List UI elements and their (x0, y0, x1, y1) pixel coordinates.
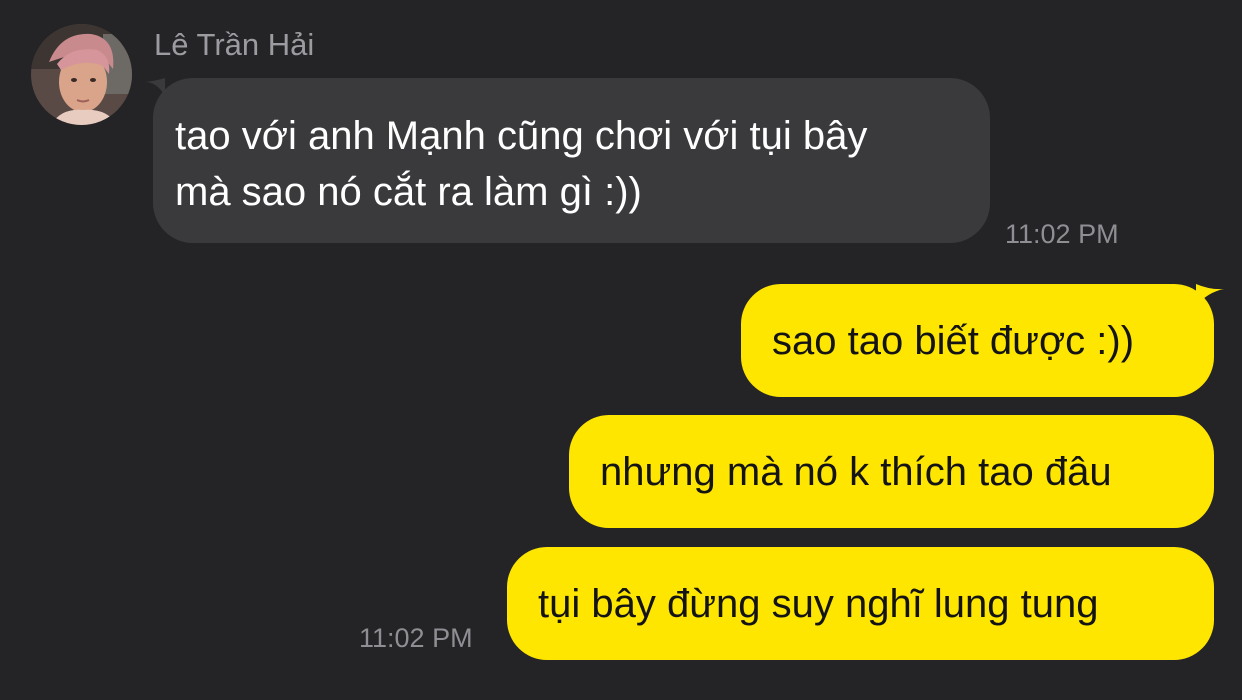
sender-name: Lê Trần Hải (154, 27, 315, 62)
user-photo-avatar-icon (31, 24, 132, 125)
outgoing-timestamp: 11:02 PM (359, 623, 473, 653)
sender-avatar[interactable] (31, 24, 132, 125)
outgoing-message-bubble[interactable]: tụi bây đừng suy nghĩ lung tung (507, 547, 1214, 660)
outgoing-message-bubble[interactable]: sao tao biết được :)) (741, 284, 1214, 397)
chat-screen: Lê Trần Hải tao với anh Mạnh cũng chơi v… (0, 0, 1242, 700)
incoming-message-bubble[interactable]: tao với anh Mạnh cũng chơi với tụi bây m… (153, 78, 990, 243)
incoming-timestamp: 11:02 PM (1005, 219, 1119, 249)
message-line: mà sao nó cắt ra làm gì :)) (175, 170, 642, 214)
message-line: tao với anh Mạnh cũng chơi với tụi bây (175, 114, 868, 158)
outgoing-message-bubble[interactable]: nhưng mà nó k thích tao đâu (569, 415, 1214, 528)
